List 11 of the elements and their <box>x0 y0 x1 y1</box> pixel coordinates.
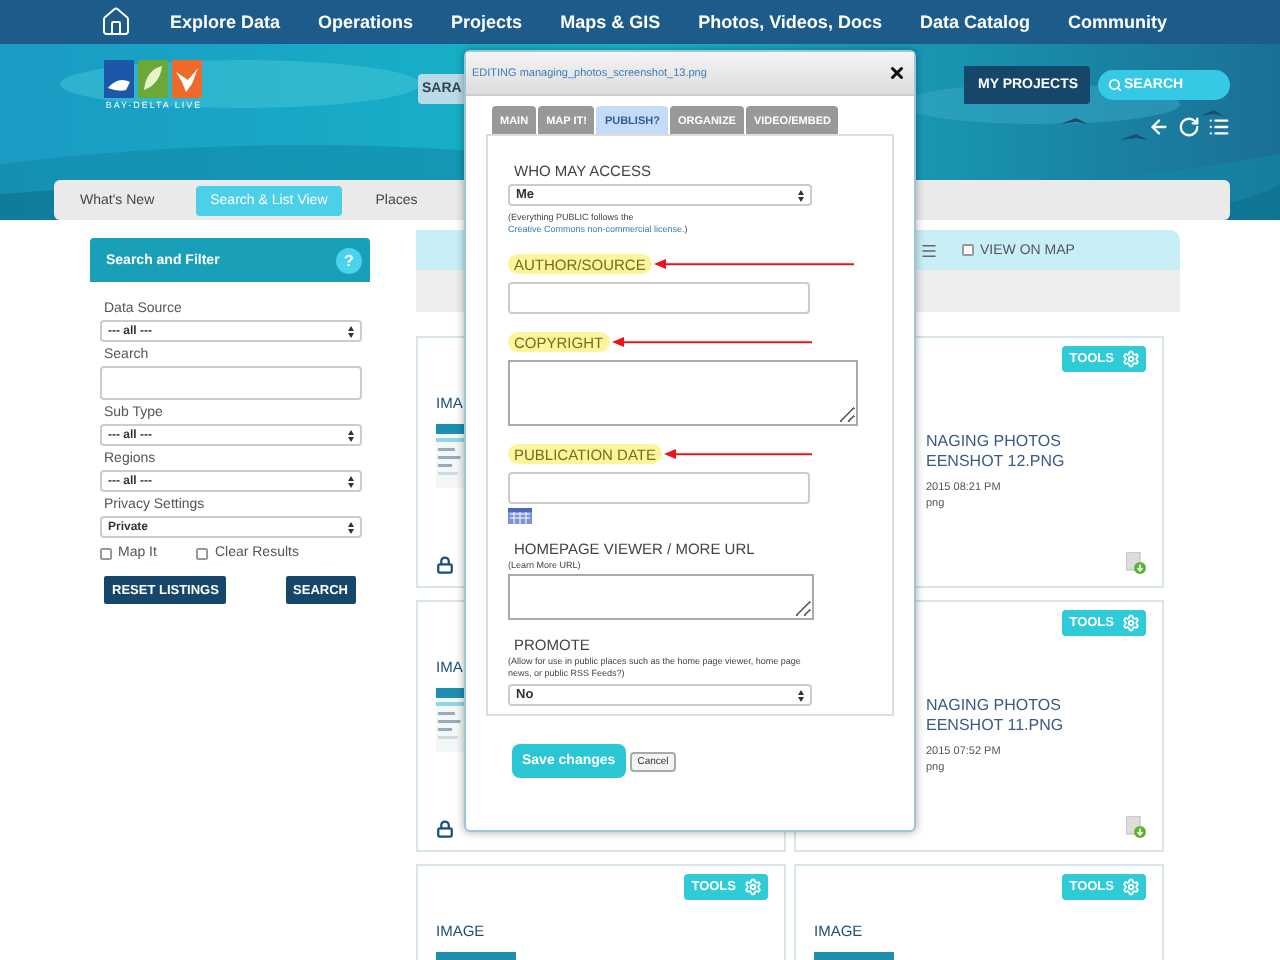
nav-link[interactable]: Projects <box>451 12 523 32</box>
item-title[interactable]: NAGING PHOTOS <box>926 432 1061 452</box>
item-title[interactable]: EENSHOT 11.PNG <box>926 716 1064 736</box>
nav-link[interactable]: Data Catalog <box>919 12 1030 32</box>
item-title[interactable]: NAGING PHOTOS <box>926 696 1061 716</box>
nav-link[interactable]: Explore Data <box>170 12 281 32</box>
nav-link[interactable]: Community <box>1067 12 1167 32</box>
nav-link[interactable]: Maps & GIS <box>560 12 661 32</box>
item-title[interactable]: EENSHOT 12.PNG <box>926 452 1065 472</box>
nav-link[interactable]: Operations <box>318 12 414 32</box>
nav-link[interactable]: Photos, Videos, Docs <box>698 12 882 32</box>
